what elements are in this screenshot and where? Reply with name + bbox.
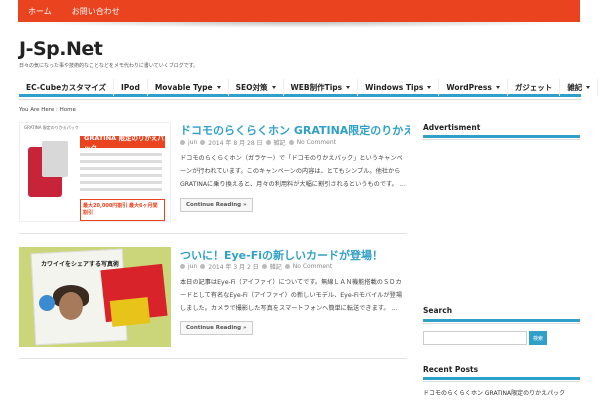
post-title[interactable]: ついに！Eye-Fiの新しいカードが登場！ — [180, 247, 410, 263]
comment-icon — [288, 140, 294, 145]
chevron-down-icon — [346, 85, 351, 89]
post-comments[interactable]: No Comment — [293, 263, 332, 270]
nav-item-label: WordPress — [446, 82, 492, 92]
main-navigation: EC-Cubeカスタマイズ IPod Movable Type SEO対策 WE… — [19, 78, 599, 97]
sidebar-title-rule — [423, 319, 580, 322]
sidebar-recent-posts-title: Recent Posts — [423, 365, 479, 374]
nav-item-label: ガジェット — [514, 82, 553, 92]
user-icon — [180, 264, 185, 269]
thumbnail-caption: GRATINA 限定のりかえパック — [24, 125, 79, 130]
post-divider — [19, 233, 407, 234]
post-thumbnail[interactable]: GRATINA 限定のりかえパック GRATINA 限定のりかえパック 最大20… — [19, 122, 171, 222]
clock-icon — [200, 264, 206, 269]
thumbnail-banner: GRATINA 限定のりかえパック — [80, 134, 165, 152]
post-meta: jun 2014 年 8 月 28 日 雑記 No Comment — [180, 138, 336, 147]
chevron-down-icon — [495, 85, 500, 89]
nav-item-movable-type[interactable]: Movable Type — [148, 78, 229, 96]
yellow-card-image — [109, 297, 151, 327]
search-input[interactable] — [423, 331, 527, 345]
nav-item-gadget[interactable]: ガジェット — [508, 78, 561, 96]
post-author[interactable]: jun — [188, 139, 197, 146]
post-excerpt: ドコモのらくらくホン（ガラケー）で「ドコモのりかえパック」というキャンペーンが行… — [180, 155, 406, 188]
recent-post-link[interactable]: ドコモのらくらくホン GRATINA限定のりかえパック — [423, 388, 565, 397]
post-excerpt: 本日の記事はEye-Fi（アイファイ）についてです。無線ＬＡＮ機能搭載のＳＤカー… — [180, 279, 403, 312]
nav-item-wordpress[interactable]: WordPress — [439, 78, 508, 96]
nav-item-web-tips[interactable]: WEB制作Tips — [284, 78, 359, 96]
site-description: 日々の気になった事や技術的なことなどをメモ代わりに書いていくブログです。 — [19, 63, 199, 69]
user-icon — [180, 140, 185, 145]
search-button[interactable]: 検索 — [529, 331, 547, 345]
comment-icon — [284, 264, 290, 269]
site-title[interactable]: J-Sp.Net — [19, 38, 103, 60]
folder-icon — [261, 264, 267, 269]
post-date: 2014 年 8 月 28 日 — [208, 140, 263, 147]
sidebar-divider — [423, 323, 580, 324]
nav-item-label: IPod — [121, 82, 140, 92]
sidebar-divider — [423, 381, 580, 382]
thumbnail-offer: 最大20,000円割引 最大6ヶ月間割引 — [80, 199, 165, 221]
top-menu-home-link[interactable]: ホーム — [18, 6, 62, 17]
breadcrumb: You Are Here : Home — [19, 107, 76, 113]
thumbnail-text-lines — [80, 153, 162, 195]
nav-item-ec-cube[interactable]: EC-Cubeカスタマイズ — [19, 78, 114, 96]
post-category[interactable]: 雑記 — [274, 138, 286, 147]
top-menu-bar: ホーム お問い合わせ — [18, 0, 580, 22]
nav-item-label: SEO対策 — [235, 82, 268, 92]
person-image — [59, 292, 83, 320]
post-title[interactable]: ドコモのらくらくホン GRATINA限定のりかえパック — [180, 122, 410, 138]
continue-reading-button[interactable]: Continue Reading » — [180, 198, 253, 212]
top-menu-shadow — [20, 22, 578, 28]
chevron-down-icon — [586, 85, 591, 89]
nav-item-label: 雑記 — [567, 82, 583, 92]
post-item: カワイイをシェアする写真術 ついに！Eye-Fiの新しいカードが登場！ jun … — [19, 247, 407, 347]
book-title: カワイイをシェアする写真術 — [41, 261, 120, 268]
sidebar-divider — [423, 139, 580, 140]
decoration-circle — [39, 295, 55, 311]
top-menu-contact-link[interactable]: お問い合わせ — [62, 6, 130, 17]
sidebar-title-rule — [423, 377, 580, 380]
nav-item-misc[interactable]: 雑記 — [560, 78, 599, 96]
chevron-down-icon — [271, 85, 276, 89]
post-meta: jun 2014 年 3 月 2 日 雑記 No Comment — [180, 262, 332, 271]
post-thumbnail[interactable]: カワイイをシェアする写真術 — [19, 247, 171, 347]
continue-reading-button[interactable]: Continue Reading » — [180, 321, 253, 335]
post-date: 2014 年 3 月 2 日 — [208, 264, 259, 271]
nav-divider — [19, 99, 581, 100]
nav-item-label: Windows Tips — [365, 82, 424, 92]
post-category[interactable]: 雑記 — [270, 262, 282, 271]
nav-item-seo[interactable]: SEO対策 — [229, 78, 284, 96]
chevron-down-icon — [216, 85, 221, 89]
folder-icon — [265, 140, 271, 145]
clock-icon — [200, 140, 206, 145]
nav-item-label: EC-Cubeカスタマイズ — [26, 82, 106, 92]
chevron-down-icon — [427, 85, 432, 89]
sidebar-search-title: Search — [423, 306, 453, 315]
sidebar-advertisement-title: Advertisment — [423, 123, 481, 132]
post-comments[interactable]: No Comment — [297, 139, 336, 146]
phone-image — [42, 141, 68, 177]
nav-item-ipod[interactable]: IPod — [114, 78, 148, 96]
post-item: GRATINA 限定のりかえパック GRATINA 限定のりかえパック 最大20… — [19, 122, 410, 222]
nav-item-windows-tips[interactable]: Windows Tips — [358, 78, 440, 96]
sidebar-title-rule — [423, 135, 580, 138]
post-divider — [19, 358, 407, 359]
nav-item-label: Movable Type — [154, 82, 213, 92]
post-author[interactable]: jun — [188, 263, 197, 270]
nav-item-label: WEB制作Tips — [290, 82, 343, 92]
